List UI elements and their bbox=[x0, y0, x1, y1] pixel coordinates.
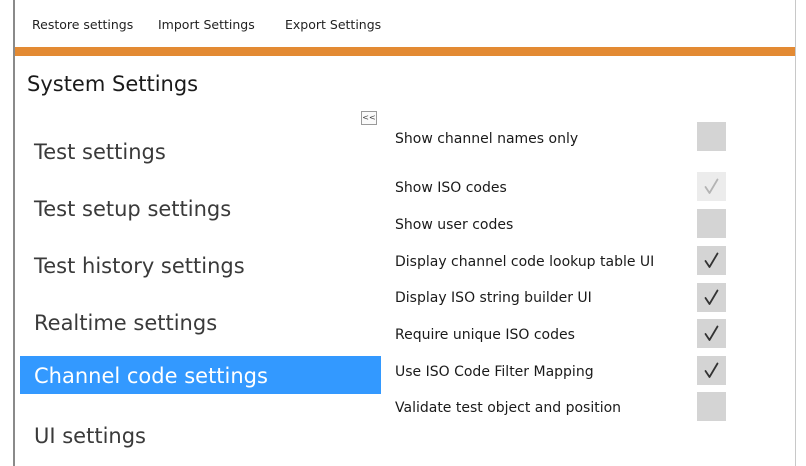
accent-band bbox=[15, 47, 795, 56]
nav-item-label: Realtime settings bbox=[34, 311, 218, 335]
nav-item-ui-settings[interactable]: UI settings bbox=[20, 416, 381, 454]
nav-item-label: Test settings bbox=[34, 140, 166, 164]
setting-label-validate-test-object-and-position: Validate test object and position bbox=[395, 400, 622, 416]
checkbox-display-iso-string-builder-ui[interactable] bbox=[697, 283, 726, 312]
checkbox-use-iso-code-filter-mapping[interactable] bbox=[697, 356, 726, 385]
checkbox-show-user-codes[interactable] bbox=[697, 209, 726, 238]
setting-label-show-channel-names-only: Show channel names only bbox=[395, 131, 579, 147]
checkmark-icon bbox=[704, 252, 719, 268]
checkbox-show-channel-names-only[interactable] bbox=[697, 122, 726, 151]
settings-window: Restore settings Import Settings Export … bbox=[0, 0, 806, 466]
setting-label-display-iso-string-builder-ui: Display ISO string builder UI bbox=[395, 290, 592, 306]
nav-item-label: Test setup settings bbox=[34, 197, 232, 221]
checkmark-icon bbox=[704, 325, 719, 341]
checkmark-icon bbox=[704, 289, 719, 305]
nav-item-realtime-settings[interactable]: Realtime settings bbox=[20, 303, 381, 341]
menu-import-settings[interactable]: Import Settings bbox=[158, 17, 255, 32]
menu-restore-settings[interactable]: Restore settings bbox=[32, 17, 133, 32]
setting-label-show-iso-codes: Show ISO codes bbox=[395, 180, 507, 196]
page-title: System Settings bbox=[27, 72, 199, 96]
nav-item-label: Channel code settings bbox=[34, 364, 268, 388]
checkbox-display-channel-code-lookup-table-ui[interactable] bbox=[697, 246, 726, 275]
window-left-border bbox=[13, 0, 15, 466]
checkbox-show-iso-codes[interactable] bbox=[697, 172, 726, 201]
checkbox-validate-test-object-and-position[interactable] bbox=[697, 392, 726, 421]
nav-item-label: UI settings bbox=[34, 424, 146, 448]
setting-label-display-channel-code-lookup-table-ui: Display channel code lookup table UI bbox=[395, 254, 655, 270]
checkmark-icon bbox=[704, 362, 719, 378]
checkbox-require-unique-iso-codes[interactable] bbox=[697, 319, 726, 348]
setting-label-show-user-codes: Show user codes bbox=[395, 217, 514, 233]
nav-item-label: Test history settings bbox=[34, 254, 245, 278]
nav-item-channel-code-settings[interactable]: Channel code settings bbox=[20, 356, 381, 394]
nav-item-test-settings[interactable]: Test settings bbox=[20, 132, 381, 170]
menu-export-settings[interactable]: Export Settings bbox=[285, 17, 381, 32]
nav-item-test-setup-settings[interactable]: Test setup settings bbox=[20, 189, 381, 227]
collapse-nav-button[interactable]: << bbox=[361, 111, 377, 125]
checkmark-icon bbox=[704, 178, 719, 194]
menu-bar: Restore settings Import Settings Export … bbox=[15, 0, 795, 47]
setting-label-use-iso-code-filter-mapping: Use ISO Code Filter Mapping bbox=[395, 364, 594, 380]
nav-item-test-history-settings[interactable]: Test history settings bbox=[20, 246, 381, 284]
setting-label-require-unique-iso-codes: Require unique ISO codes bbox=[395, 327, 575, 343]
window-right-border bbox=[795, 0, 796, 466]
